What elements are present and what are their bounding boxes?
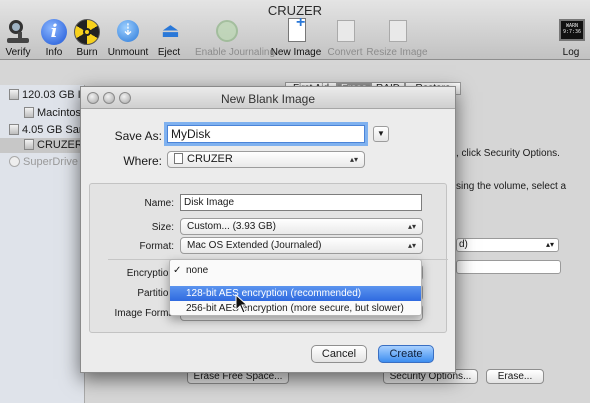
create-button[interactable]: Create	[378, 345, 434, 363]
log-screen-text: WARN 9:7:36	[559, 19, 585, 41]
log-icon: WARN 9:7:36	[557, 18, 585, 46]
sidebar: 120.03 GB I Macintos 4.05 GB Sar CRUZER …	[0, 85, 85, 403]
format-value: Mac OS Extended (Journaled)	[187, 240, 322, 251]
log-label: Log	[562, 47, 580, 58]
resize-image-label: Resize Image	[366, 47, 428, 58]
name-label: Name:	[144, 198, 174, 209]
format-select-bg[interactable]: d) ▴▾	[456, 238, 559, 252]
sidebar-item-disk2[interactable]: 4.05 GB Sar	[0, 123, 85, 138]
enable-journaling-button[interactable]: Enable Journaling	[195, 18, 276, 58]
size-label: Size:	[151, 222, 174, 233]
image-name-input[interactable]: Disk Image	[180, 194, 422, 211]
dialog-titlebar: New Blank Image	[81, 87, 455, 109]
volume-icon	[174, 153, 183, 164]
erase-button[interactable]: Erase...	[486, 369, 544, 384]
sidebar-item-label: SuperDrive	[23, 156, 79, 168]
name-field-bg[interactable]	[456, 260, 561, 274]
size-value: Custom... (3.93 GB)	[187, 221, 276, 232]
menu-item-label: 128-bit AES encryption (recommended)	[186, 288, 362, 299]
menu-item-128bit-aes[interactable]: 128-bit AES encryption (recommended)	[170, 286, 421, 301]
where-value: CRUZER	[187, 153, 233, 165]
erase-help-text-2: sing the volume, select a	[456, 181, 567, 192]
window-title: CRUZER	[267, 3, 323, 18]
window-titlebar: CRUZER Verify i Info Burn ⇣ Unmount ⏏ Ej…	[0, 0, 590, 60]
sidebar-item-label: 120.03 GB I	[22, 89, 81, 101]
enable-journaling-label: Enable Journaling	[195, 47, 276, 58]
volume-icon	[24, 139, 34, 150]
menu-item-label: none	[186, 265, 209, 276]
cancel-button[interactable]: Cancel	[311, 345, 367, 363]
select-arrows-icon: ▴▾	[407, 241, 416, 250]
new-blank-image-dialog: New Blank Image Save As: MyDisk ▼ Where:…	[80, 86, 456, 373]
hard-disk-icon	[9, 89, 19, 100]
image-name-value: Disk Image	[184, 197, 235, 208]
save-as-label: Save As:	[114, 129, 162, 143]
sidebar-item-label: CRUZER	[37, 139, 83, 151]
image-format-label: Image Forma	[114, 308, 174, 319]
format-select-value: d)	[459, 239, 468, 250]
eject-button[interactable]: ⏏ Eject	[137, 18, 201, 58]
optical-drive-icon	[9, 156, 20, 167]
format-label: Format:	[139, 241, 174, 252]
sidebar-item-label: 4.05 GB Sar	[22, 124, 83, 136]
log-button[interactable]: WARN 9:7:36 Log	[539, 18, 590, 58]
partitions-label: Partition	[137, 288, 174, 299]
disclosure-triangle-icon: ▼	[377, 129, 385, 138]
sidebar-item-label: Macintos	[37, 107, 82, 119]
select-arrows-icon: ▴▾	[545, 240, 554, 249]
dialog-title: New Blank Image	[220, 92, 316, 106]
save-as-value: MyDisk	[171, 127, 211, 141]
volume-icon	[24, 107, 34, 118]
new-image-icon: +	[282, 14, 310, 46]
journal-icon	[213, 18, 241, 46]
convert-icon	[331, 18, 359, 46]
sidebar-item-superdrive[interactable]: SuperDrive	[0, 155, 85, 170]
encryption-menu: ✓ none 128-bit AES encryption (recommende…	[169, 259, 422, 316]
menu-item-none[interactable]: ✓ none	[170, 263, 421, 278]
sidebar-item-disk1[interactable]: 120.03 GB I	[0, 88, 85, 103]
select-arrows-icon: ▴▾	[349, 155, 358, 164]
select-arrows-icon: ▴▾	[407, 222, 416, 231]
save-as-input[interactable]: MyDisk	[167, 125, 365, 143]
where-popup[interactable]: CRUZER ▴▾	[167, 151, 365, 168]
checkmark-icon: ✓	[173, 265, 182, 276]
usb-disk-icon	[9, 124, 19, 135]
size-popup[interactable]: Custom... (3.93 GB) ▴▾	[180, 218, 423, 235]
where-label: Where:	[123, 154, 162, 168]
eject-icon: ⏏	[161, 20, 180, 42]
resize-icon	[383, 18, 411, 46]
format-popup[interactable]: Mac OS Extended (Journaled) ▴▾	[180, 237, 423, 254]
menu-item-label: 256-bit AES encryption (more secure, but…	[186, 303, 404, 314]
resize-image-button[interactable]: Resize Image	[365, 18, 429, 58]
erase-help-text-1: , click Security Options.	[456, 148, 560, 159]
sidebar-item-macintosh[interactable]: Macintos	[0, 106, 85, 121]
expand-save-panel-button[interactable]: ▼	[373, 126, 389, 142]
sidebar-item-cruzer[interactable]: CRUZER	[0, 138, 85, 153]
encryption-label: Encryption	[126, 268, 174, 279]
menu-item-256bit-aes[interactable]: 256-bit AES encryption (more secure, but…	[170, 301, 421, 316]
eject-label: Eject	[157, 47, 181, 58]
